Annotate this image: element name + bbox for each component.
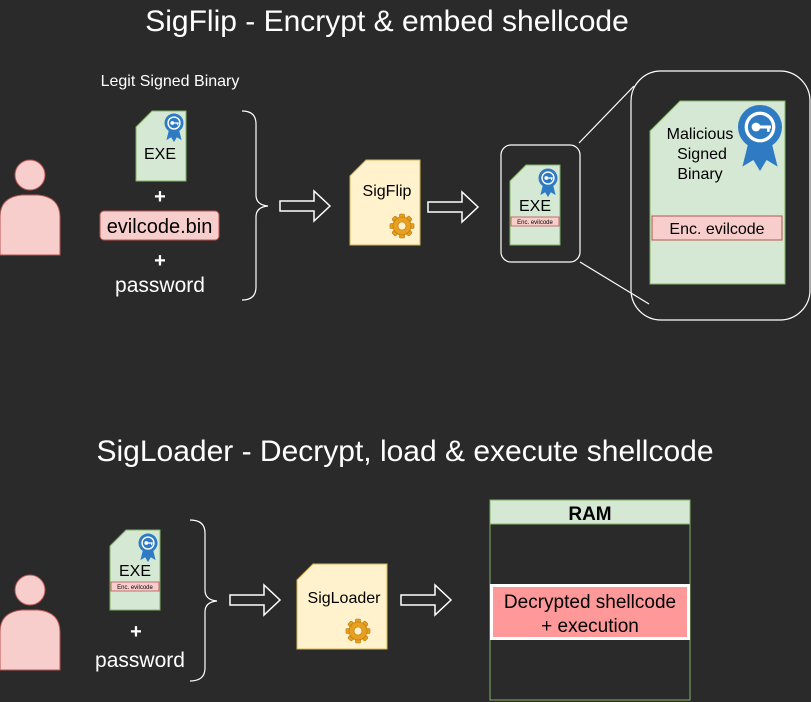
zoomed-enc-label: Enc. evilcode xyxy=(669,221,764,238)
malicious-label-line2: Signed xyxy=(677,146,727,163)
zoom-line xyxy=(579,261,650,305)
malicious-label-line1: Malicious xyxy=(667,126,734,143)
plus-sign: + xyxy=(154,250,166,272)
input-enc-label: Enc. evilcode xyxy=(117,585,153,591)
diagram-canvas: SigFlip - Encrypt & embed shellcode Legi… xyxy=(0,5,811,701)
plus-sign: + xyxy=(154,186,166,208)
shellcode-label-line1: Decrypted shellcode xyxy=(504,592,676,613)
shellcode-label-line2: + execution xyxy=(541,616,639,637)
password-label: password xyxy=(95,649,185,672)
legit-exe-file: EXE xyxy=(135,110,187,182)
output-exe-file: EXE Enc. evilcode xyxy=(509,164,561,246)
plus-sign: + xyxy=(130,621,142,643)
zoom-line xyxy=(578,85,635,144)
legit-exe-label: EXE xyxy=(144,146,176,163)
input-exe-label: EXE xyxy=(119,563,151,580)
ram-label: RAM xyxy=(568,504,611,525)
sigflip-tool: SigFlip xyxy=(349,159,421,246)
certificate-badge-icon xyxy=(538,168,558,197)
output-exe-label: EXE xyxy=(519,198,551,215)
output-enc-label: Enc. evilcode xyxy=(517,220,553,226)
sigloader-tool: SigLoader xyxy=(296,563,388,650)
gear-icon xyxy=(345,618,371,644)
input-exe-file: EXE Enc. evilcode xyxy=(109,529,161,611)
sigloader-label: SigLoader xyxy=(308,590,382,607)
malicious-label-line3: Binary xyxy=(677,166,722,183)
grouping-brace xyxy=(189,519,218,682)
person-icon xyxy=(0,159,61,256)
gear-icon xyxy=(389,213,415,239)
section2-title: SigLoader - Decrypt, load & execute shel… xyxy=(96,435,713,468)
sigflip-label: SigFlip xyxy=(363,183,412,200)
grouping-brace xyxy=(241,110,269,301)
person-icon xyxy=(0,574,61,671)
payload-label: evilcode.bin xyxy=(107,216,213,238)
ram-block: RAM Decrypted shellcode + execution xyxy=(489,499,691,701)
right-arrow-icon xyxy=(229,584,281,616)
payload-box: evilcode.bin xyxy=(99,210,220,241)
certificate-badge-icon xyxy=(164,113,184,142)
password-label: password xyxy=(115,274,205,297)
certificate-badge-icon xyxy=(738,105,782,171)
right-arrow-icon xyxy=(400,584,452,616)
right-arrow-icon xyxy=(427,191,479,223)
legit-binary-label: Legit Signed Binary xyxy=(101,73,240,90)
right-arrow-icon xyxy=(279,190,331,222)
certificate-badge-icon xyxy=(138,533,158,562)
section1-title: SigFlip - Encrypt & embed shellcode xyxy=(145,5,629,38)
zoomed-exe-file: Malicious Signed Binary Enc. evilcode xyxy=(649,100,786,285)
